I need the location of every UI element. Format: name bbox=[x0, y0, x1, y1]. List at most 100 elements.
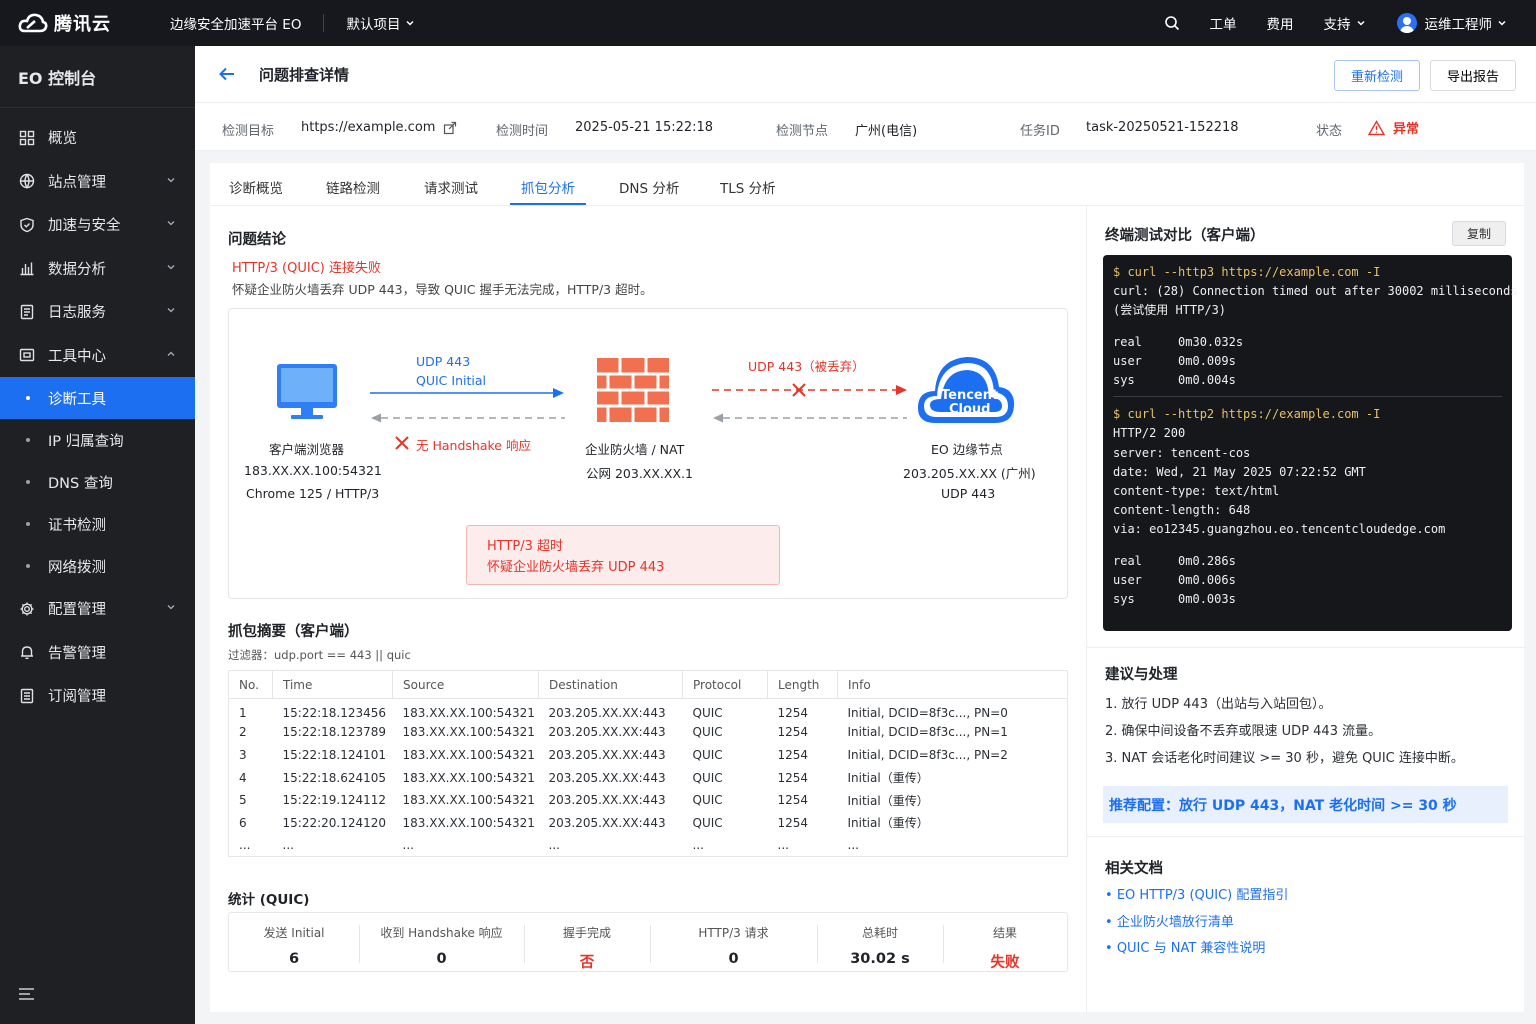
task-label: 任务ID bbox=[1020, 124, 1060, 139]
user-name: 运维工程师 bbox=[1424, 17, 1493, 33]
table-row[interactable]: ..................... bbox=[229, 834, 1068, 857]
chevron-down-icon bbox=[167, 605, 175, 610]
sidebar-item-sites[interactable]: 站点管理 bbox=[0, 160, 195, 204]
sidebar-sub-network-probe[interactable]: 网络拨测 bbox=[0, 545, 195, 587]
sidebar-item-analytics[interactable]: 数据分析 bbox=[0, 247, 195, 291]
monitor-icon bbox=[277, 364, 337, 419]
content-tabs: 诊断概览 链路检测 请求测试 抓包分析 DNS 分析 TLS 分析 bbox=[210, 163, 1524, 206]
stats-title: 统计 (QUIC) bbox=[228, 892, 310, 908]
ticket-link[interactable]: 工单 bbox=[1210, 13, 1237, 33]
terminal-line: sys 0m0.004s bbox=[1113, 373, 1236, 388]
sidebar-item-subscriptions[interactable]: 订阅管理 bbox=[0, 674, 195, 718]
table-cell: 203.205.XX.XX:443 bbox=[548, 770, 666, 785]
table-cell: QUIC bbox=[692, 770, 723, 785]
sidebar-item-tools[interactable]: 工具中心 bbox=[0, 334, 195, 378]
tab-tls-analysis[interactable]: TLS 分析 bbox=[720, 177, 776, 197]
table-cell: 15:22:20.124120 bbox=[282, 815, 387, 830]
stat-sent-initial: 发送 Initial 6 bbox=[229, 913, 359, 971]
tab-overview[interactable]: 诊断概览 bbox=[229, 177, 283, 197]
search-icon[interactable] bbox=[1164, 15, 1180, 31]
table-row[interactable]: 6 15:22:20.124120 183.XX.XX.100:54321 203.2… bbox=[229, 811, 1068, 834]
product-name[interactable]: 边缘安全加速平台 EO bbox=[170, 13, 301, 33]
logo[interactable]: 腾讯云 bbox=[18, 10, 158, 36]
no-handshake-label: 无 Handshake 响应 bbox=[416, 438, 531, 453]
suggestions-title: 建议与处理 bbox=[1105, 667, 1178, 683]
tab-packet-analysis[interactable]: 抓包分析 bbox=[521, 177, 575, 197]
stat-label: 结果 bbox=[992, 926, 1017, 940]
stat-value: 0 bbox=[436, 951, 447, 967]
tab-request-test[interactable]: 请求测试 bbox=[424, 177, 478, 197]
warning-icon bbox=[1368, 119, 1385, 135]
terminal-line: via: eo12345.guangzhou.eo.tencentclouded… bbox=[1113, 522, 1446, 537]
external-link-icon[interactable] bbox=[443, 121, 457, 135]
chevron-down-icon bbox=[167, 264, 175, 269]
chevron-down-icon bbox=[1498, 20, 1506, 26]
doc-link[interactable]: • QUIC 与 NAT 兼容性说明 bbox=[1105, 936, 1288, 963]
sidebar-sub-ip-lookup[interactable]: IP 归属查询 bbox=[0, 419, 195, 461]
target-value: https://example.com bbox=[301, 120, 436, 135]
sidebar-item-label: 概览 bbox=[48, 131, 77, 148]
terminal-output[interactable]: $ curl --http3 https://example.com -I cur… bbox=[1103, 255, 1518, 631]
table-row[interactable]: 4 15:22:18.624105 183.XX.XX.100:54321 203.2… bbox=[229, 766, 1068, 789]
table-cell: 15:22:18.123456 bbox=[282, 706, 387, 721]
sidebar-sub-cert-check[interactable]: 证书检测 bbox=[0, 503, 195, 545]
sidebar-sub-diagnose[interactable]: 诊断工具 bbox=[0, 377, 195, 419]
user-menu[interactable]: 运维工程师 bbox=[1396, 13, 1509, 33]
alert-title: HTTP/3 超时 bbox=[487, 539, 564, 554]
target-label: 检测目标 bbox=[222, 124, 275, 139]
table-cell: Initial, DCID=8f3c..., PN=1 bbox=[847, 725, 1008, 740]
back-arrow-icon[interactable] bbox=[217, 64, 237, 84]
table-cell: ... bbox=[402, 838, 414, 853]
collapse-menu-icon[interactable] bbox=[18, 986, 36, 1002]
bar-chart-icon bbox=[20, 262, 34, 276]
table-row[interactable]: 1 15:22:18.123456 183.XX.XX.100:54321 203.2… bbox=[229, 699, 1068, 722]
tab-link-check[interactable]: 链路检测 bbox=[326, 177, 380, 197]
sidebar-item-overview[interactable]: 概览 bbox=[0, 116, 195, 160]
billing-link[interactable]: 费用 bbox=[1267, 13, 1294, 33]
doc-link[interactable]: • EO HTTP/3 (QUIC) 配置指引 bbox=[1105, 883, 1288, 910]
support-menu[interactable]: 支持 bbox=[1324, 13, 1367, 33]
table-cell: QUIC bbox=[692, 747, 723, 762]
side-panel: 终端测试对比（客户端） 复制 $ curl --http3 https://ex… bbox=[1086, 206, 1525, 1012]
sidebar-sub-dns-lookup[interactable]: DNS 查询 bbox=[0, 461, 195, 503]
table-cell: 1254 bbox=[777, 815, 809, 830]
sidebar-item-label: 工具中心 bbox=[48, 348, 106, 365]
doc-link[interactable]: • 企业防火墙放行清单 bbox=[1105, 910, 1288, 937]
terminal-line: real 0m30.032s bbox=[1113, 334, 1244, 349]
stat-value: 6 bbox=[288, 951, 300, 967]
client-ua: Chrome 125 / HTTP/3 bbox=[246, 486, 380, 501]
table-cell: 15:22:18.123789 bbox=[282, 725, 387, 740]
table-cell: ... bbox=[239, 838, 251, 853]
table-row[interactable]: 2 15:22:18.123789 183.XX.XX.100:54321 203.2… bbox=[229, 721, 1068, 744]
table-cell: ... bbox=[847, 838, 859, 853]
terminal-line: user 0m0.009s bbox=[1113, 353, 1236, 368]
tab-dns-analysis[interactable]: DNS 分析 bbox=[619, 177, 679, 197]
sidebar-item-security[interactable]: 加速与安全 bbox=[0, 203, 195, 247]
recommended-config: 推荐配置：放行 UDP 443，NAT 老化时间 >= 30 秒 bbox=[1103, 786, 1508, 823]
export-report-button[interactable]: 导出报告 bbox=[1430, 60, 1516, 91]
copy-button[interactable]: 复制 bbox=[1452, 221, 1506, 246]
table-cell: 203.205.XX.XX:443 bbox=[548, 725, 666, 740]
col-destination: Destination bbox=[538, 670, 683, 699]
col-source: Source bbox=[392, 670, 539, 699]
terminal-title: 终端测试对比（客户端） bbox=[1105, 228, 1265, 244]
sidebar-item-logs[interactable]: 日志服务 bbox=[0, 290, 195, 334]
terminal-line: content-type: text/html bbox=[1113, 484, 1280, 499]
chevron-down-icon bbox=[406, 20, 414, 26]
node-label: 检测节点 bbox=[776, 124, 829, 139]
dropped-arrow-icon bbox=[712, 383, 907, 397]
table-cell: 2 bbox=[239, 725, 247, 740]
list-icon bbox=[20, 688, 34, 703]
sidebar-item-config[interactable]: 配置管理 bbox=[0, 587, 195, 631]
table-cell: 203.205.XX.XX:443 bbox=[548, 815, 666, 830]
table-row[interactable]: 3 15:22:18.124101 183.XX.XX.100:54321 203.2… bbox=[229, 744, 1068, 767]
project-selector[interactable]: 默认项目 bbox=[346, 13, 416, 33]
table-row[interactable]: 5 15:22:19.124112 183.XX.XX.100:54321 203.2… bbox=[229, 789, 1068, 812]
col-info: Info bbox=[837, 670, 1068, 699]
stat-value: 30.02 s bbox=[850, 951, 910, 967]
table-cell: 4 bbox=[239, 770, 247, 785]
table-cell: Initial, DCID=8f3c..., PN=0 bbox=[847, 706, 1008, 721]
table-cell: Initial, DCID=8f3c..., PN=2 bbox=[847, 747, 1008, 762]
recheck-button[interactable]: 重新检测 bbox=[1334, 60, 1420, 91]
sidebar-item-alerts[interactable]: 告警管理 bbox=[0, 631, 195, 675]
